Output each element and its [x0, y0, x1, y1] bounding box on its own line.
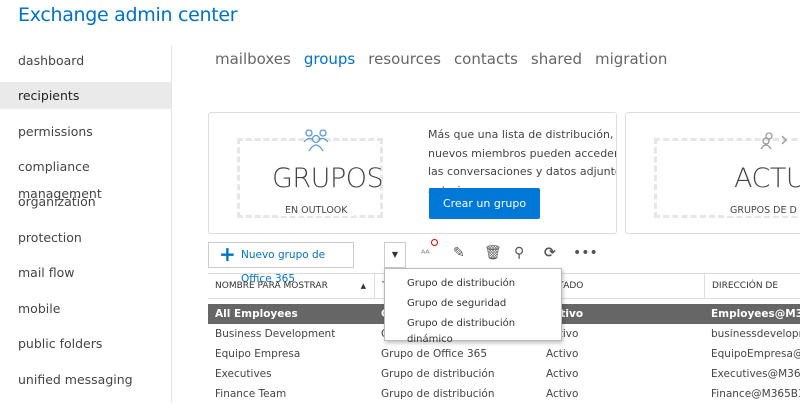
cell-status: Activo — [546, 368, 579, 380]
tabs: mailboxes groups resources contacts shar… — [215, 50, 667, 68]
plus-icon: + — [219, 242, 236, 266]
cell-status: Activo — [546, 388, 579, 400]
table-row[interactable]: Executives Grupo de distribución Activo … — [208, 364, 800, 384]
sidebar-item-protection[interactable]: protection — [0, 224, 171, 251]
app-title: Exchange admin center — [18, 4, 238, 26]
cell-email: Employees@M365B — [711, 308, 800, 320]
new-group-dropdown-button[interactable]: ▼ — [384, 242, 406, 268]
promo-heading-2: ACTUA — [734, 163, 800, 194]
promo-subheading-2: GRUPOS DE D — [724, 205, 800, 216]
cell-type: Grupo de distribución — [381, 368, 495, 380]
menu-item-dynamic-distribution-group[interactable]: Grupo de distribución dinámico — [407, 316, 561, 348]
menu-item-security-group[interactable]: Grupo de seguridad — [407, 296, 506, 312]
cell-email: EquipoEmpresa@M — [711, 348, 800, 360]
column-header-status[interactable]: ESTADO — [539, 274, 704, 298]
tab-groups[interactable]: groups — [304, 50, 355, 68]
tab-resources[interactable]: resources — [368, 50, 441, 68]
cell-name: Business Development — [215, 328, 336, 340]
new-group-dropdown-menu: Grupo de distribución Grupo de seguridad… — [384, 268, 562, 345]
sidebar-item-permissions[interactable]: permissions — [0, 118, 171, 145]
column-header-email[interactable]: DIRECCIÓN DE CORRE — [704, 274, 800, 315]
cell-name: Executives — [215, 368, 272, 380]
new-office365-group-button[interactable]: + Nuevo grupo de Office 365 — [208, 242, 354, 285]
column-header-name[interactable]: NOMBRE PARA MOSTRAR ▲ — [208, 274, 374, 298]
cell-name: Equipo Empresa — [215, 348, 301, 360]
promo-subheading: EN OUTLOOK — [279, 205, 354, 216]
sidebar: dashboard recipients permissions complia… — [0, 46, 172, 403]
upgrade-promo-card: ACTUA GRUPOS DE D — [625, 112, 800, 234]
people-upgrade-icon[interactable]: ᴬᴬ — [421, 239, 438, 261]
cell-email: Finance@M365B34 — [711, 388, 800, 400]
sidebar-item-mail-flow[interactable]: mail flow — [0, 259, 171, 286]
tab-contacts[interactable]: contacts — [454, 50, 518, 68]
tab-shared[interactable]: shared — [531, 50, 582, 68]
people-arrow-icon — [760, 132, 787, 150]
edit-icon[interactable]: ✎ — [453, 245, 465, 261]
sidebar-item-unified-messaging[interactable]: unified messaging — [0, 366, 171, 393]
sidebar-item-recipients[interactable]: recipients — [0, 82, 171, 109]
sidebar-item-public-folders[interactable]: public folders — [0, 330, 171, 357]
sidebar-item-compliance[interactable]: compliance management — [0, 153, 171, 201]
tab-mailboxes[interactable]: mailboxes — [215, 50, 291, 68]
cell-email: Executives@M365B — [711, 368, 800, 380]
cell-type: Grupo de distribución — [381, 388, 495, 400]
tab-migration[interactable]: migration — [595, 50, 667, 68]
sidebar-item-dashboard[interactable]: dashboard — [0, 47, 171, 74]
sidebar-item-mobile[interactable]: mobile — [0, 295, 171, 322]
search-icon[interactable]: ⚲ — [514, 245, 524, 261]
menu-item-distribution-group[interactable]: Grupo de distribución — [407, 276, 515, 292]
refresh-icon[interactable]: ⟳ — [544, 245, 556, 261]
table-row[interactable]: Finance Team Grupo de distribución Activ… — [208, 384, 800, 404]
delete-icon[interactable]: 🗑 — [484, 245, 502, 261]
people-icon — [303, 129, 329, 152]
sidebar-item-organization[interactable]: organization — [0, 188, 171, 215]
cell-name: All Employees — [215, 308, 298, 320]
cell-email: businessdevelopme — [711, 328, 800, 340]
promo-heading: GRUPOS — [272, 163, 384, 194]
more-icon[interactable]: ••• — [573, 245, 598, 261]
groups-promo-card: GRUPOS EN OUTLOOK Más que una lista de d… — [208, 112, 617, 234]
create-group-button[interactable]: Crear un grupo — [429, 188, 540, 219]
cell-name: Finance Team — [215, 388, 287, 400]
